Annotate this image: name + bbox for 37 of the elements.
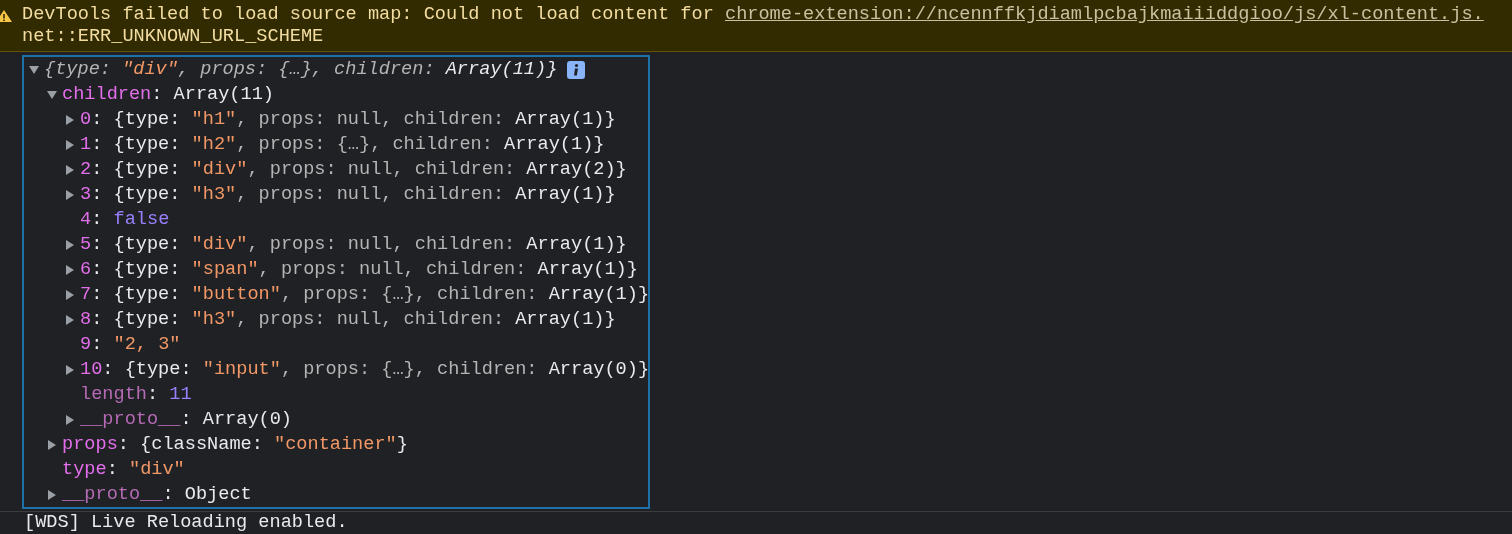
object-property: __proto__: Object: [62, 484, 252, 505]
object-property: {type: "div", props: {…}, children: Array(11)}: [44, 59, 558, 80]
disclosure-triangle-icon[interactable]: [64, 238, 76, 251]
object-property: 6: {type: "span", props: null, children: Array(1)}: [80, 259, 638, 280]
object-property: 10: {type: "input", props: {…}, children: Array(0)}: [80, 359, 650, 380]
disclosure-triangle-icon[interactable]: [28, 63, 40, 76]
object-property: 9: "2, 3": [80, 334, 181, 355]
disclosure-triangle-icon[interactable]: [64, 263, 76, 276]
info-icon[interactable]: [567, 60, 586, 79]
object-property: 3: {type: "h3", props: null, children: Array(1)}: [80, 184, 616, 205]
disclosure-triangle-icon[interactable]: [64, 288, 76, 301]
object-property: 1: {type: "h2", props: {…}, children: Array(1)}: [80, 134, 605, 155]
warning-text: DevTools failed to load source map: Could not load content for chrome-extension://ncennffkjdiamlpcbajkmaiiiddgioo/js/xl-content.js.: [22, 4, 1484, 26]
disclosure-triangle-icon[interactable]: [64, 138, 76, 151]
object-property: 5: {type: "div", props: null, children: Array(1)}: [80, 234, 627, 255]
object-property: 4: false: [80, 209, 170, 230]
object-property: 7: {type: "button", props: {…}, children: Array(1)}: [80, 284, 650, 305]
disclosure-triangle-icon[interactable]: [46, 88, 58, 101]
disclosure-triangle-icon[interactable]: [64, 363, 76, 376]
object-property: type: "div": [62, 459, 185, 480]
console-message: [WDS] Live Reloading enabled.: [0, 511, 1512, 533]
object-property: 8: {type: "h3", props: null, children: Array(1)}: [80, 309, 616, 330]
disclosure-triangle-icon[interactable]: [64, 163, 76, 176]
source-map-link[interactable]: chrome-extension://ncennffkjdiamlpcbajkmaiiiddgioo/js/xl-content.js.: [724, 4, 1484, 25]
disclosure-triangle-icon[interactable]: [64, 313, 76, 326]
disclosure-triangle-icon[interactable]: [46, 438, 58, 451]
object-property: length: 11: [80, 384, 192, 405]
object-property: props: {className: "container"}: [62, 434, 408, 455]
object-property: __proto__: Array(0): [80, 409, 293, 430]
disclosure-triangle-icon[interactable]: [64, 113, 76, 126]
error-code: net::ERR_UNKNOWN_URL_SCHEME: [22, 26, 325, 48]
disclosure-triangle-icon[interactable]: [64, 188, 76, 201]
object-property: 0: {type: "h1", props: null, children: Array(1)}: [80, 109, 616, 130]
disclosure-triangle-icon[interactable]: [64, 413, 76, 426]
disclosure-triangle-icon[interactable]: [46, 488, 58, 501]
object-property: children: Array(11): [62, 84, 274, 105]
object-property: 2: {type: "div", props: null, children: Array(2)}: [80, 159, 627, 180]
